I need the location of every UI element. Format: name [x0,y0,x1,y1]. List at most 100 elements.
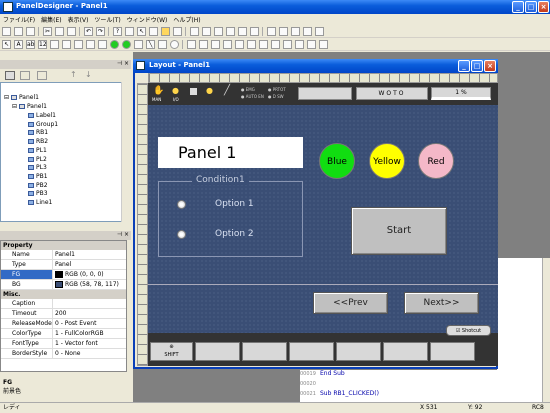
shift-key[interactable]: ⊕ SHIFT [150,342,193,361]
chart-tool-icon[interactable] [199,40,208,49]
property-row[interactable]: ReleaseMode 0 - Post Event [1,319,126,329]
property-row[interactable]: Name Panel1 [1,250,126,260]
shotcut-toggle[interactable]: ☑ Shotcut [446,325,491,336]
same-height-icon[interactable] [303,27,312,36]
option-1-label[interactable]: Option 1 [215,199,254,209]
tree-item[interactable]: RB1 [28,129,48,136]
function-key-1[interactable] [195,342,240,361]
property-row[interactable]: Caption [1,299,126,309]
move-down-icon[interactable]: ↓ [85,70,92,79]
maximize-button[interactable]: □ [525,1,537,13]
find-icon[interactable] [125,27,134,36]
view-form-icon[interactable] [37,71,47,80]
option-2-radio[interactable] [177,230,186,239]
label-tool-icon[interactable]: A [14,40,23,49]
property-section-header[interactable]: Property [1,241,126,250]
tree-item[interactable]: PL3 [28,164,47,171]
clock-tool-icon[interactable] [271,40,280,49]
redo-icon[interactable]: ↷ [96,27,105,36]
table-tool-icon[interactable] [211,40,220,49]
function-key-3[interactable] [289,342,334,361]
code-editor[interactable]: 00019 End Sub 00020 00021 Sub RB1_CLICKED(… [300,370,500,402]
panel-canvas[interactable]: ✋ MAN ● I/O ● ╱ ● EMG ● AUTO EN ● PRTOT … [148,83,498,366]
new-icon[interactable] [2,27,11,36]
number-tool-icon[interactable]: 12 [38,40,47,49]
layout-minimize-button[interactable]: _ [458,60,470,72]
tree-item[interactable]: PB3 [28,190,48,197]
property-row[interactable]: FontType 1 - Vector font [1,339,126,349]
tree-scrollbar[interactable] [121,82,128,222]
ellipse-tool-icon[interactable] [170,40,179,49]
tree-item[interactable]: Line1 [28,199,52,206]
align-middle-icon[interactable] [238,27,247,36]
minimize-button[interactable]: _ [512,1,524,13]
blue-lamp[interactable]: Blue [319,143,355,179]
grid-icon[interactable] [161,27,170,36]
slider-tool-icon[interactable] [235,40,244,49]
property-row[interactable]: ColorType 1 - FullColorRGB [1,329,126,339]
yellow-lamp[interactable]: Yellow [369,143,405,179]
align-left-icon[interactable] [190,27,199,36]
layout-icon[interactable] [173,27,182,36]
view-code-icon[interactable] [20,71,30,80]
function-key-4[interactable] [336,342,381,361]
tree-item[interactable]: RB2 [28,138,48,145]
menu-window[interactable]: ウィンドウ(W) [124,14,171,25]
red-lamp[interactable]: Red [418,143,454,179]
space-v-icon[interactable] [279,27,288,36]
menu-edit[interactable]: 編集(E) [38,14,64,25]
pointer-tool-icon[interactable]: ↖ [2,40,11,49]
undo-icon[interactable]: ↶ [84,27,93,36]
copy-icon[interactable] [55,27,64,36]
property-row[interactable]: Timeout 200 [1,309,126,319]
checkbox-tool-icon[interactable] [74,40,83,49]
function-key-6[interactable] [430,342,475,361]
bitmap-tool-icon[interactable] [319,40,328,49]
paste-icon[interactable] [67,27,76,36]
layout-close-button[interactable]: × [484,60,496,72]
rectangle-shape-icon[interactable] [158,40,167,49]
next-button[interactable]: Next>> [404,292,479,314]
property-row[interactable]: BG RGB (58, 78, 117) [1,280,126,290]
close-button[interactable]: × [538,1,549,13]
misc-section-header[interactable]: Misc. [1,290,126,299]
tree-item[interactable]: PB1 [28,173,48,180]
radio-tool-icon[interactable] [86,40,95,49]
align-bottom-icon[interactable] [250,27,259,36]
layout-maximize-button[interactable]: □ [471,60,483,72]
tree-item[interactable]: PL2 [28,156,47,163]
align-right-icon[interactable] [214,27,223,36]
property-row[interactable]: Type Panel [1,260,126,270]
save-icon[interactable] [26,27,35,36]
align-center-icon[interactable] [202,27,211,36]
image-tool-icon[interactable] [187,40,196,49]
help-icon[interactable]: ? [113,27,122,36]
rect-tool-icon[interactable] [134,40,143,49]
keypad-tool-icon[interactable] [247,40,256,49]
group-tool-icon[interactable] [62,40,71,49]
property-row[interactable]: BorderStyle 0 - None [1,349,126,359]
trend-tool-icon[interactable] [307,40,316,49]
view-objects-icon[interactable] [5,71,15,80]
menu-help[interactable]: ヘルプ(H) [170,14,203,25]
video-tool-icon[interactable] [283,40,292,49]
lamp-oval-tool-icon[interactable] [122,40,131,49]
code-scrollbar[interactable] [542,258,550,402]
same-width-icon[interactable] [291,27,300,36]
menu-view[interactable]: 表示(V) [65,14,92,25]
alarm-tool-icon[interactable] [295,40,304,49]
align-top-icon[interactable] [226,27,235,36]
tree-item[interactable]: Label1 [28,112,56,119]
same-size-icon[interactable] [315,27,324,36]
meter-tool-icon[interactable] [223,40,232,49]
hand-icon[interactable] [149,27,158,36]
option-2-label[interactable]: Option 2 [215,229,254,239]
pointer-icon[interactable]: ↖ [137,27,146,36]
menu-tools[interactable]: ツール(T) [91,14,123,25]
move-up-icon[interactable]: ↑ [70,70,77,79]
function-key-2[interactable] [242,342,287,361]
tree-root[interactable]: ⊟ Panel1 [4,94,39,101]
cut-icon[interactable]: ✂ [43,27,52,36]
tree-item[interactable]: Group1 [28,121,58,128]
prev-button[interactable]: <<Prev [313,292,388,314]
